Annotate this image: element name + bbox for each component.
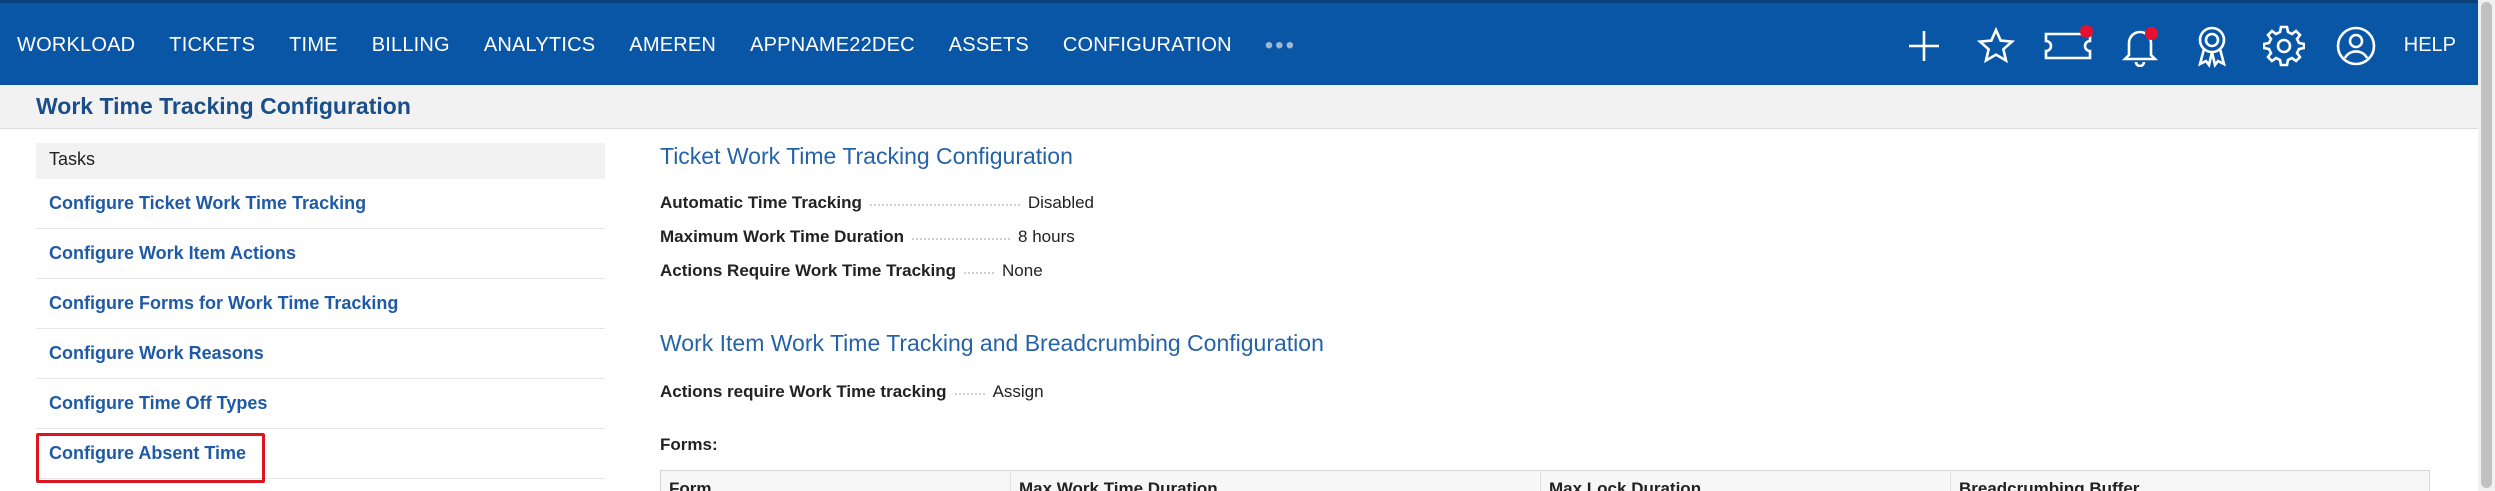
nav-appname22dec[interactable]: APPNAME22DEC (733, 3, 932, 88)
setting-key: Actions Require Work Time Tracking (660, 261, 957, 280)
dotted-leader (912, 238, 1011, 240)
main-nav: WORKLOAD TICKETS TIME BILLING ANALYTICS … (0, 3, 1312, 88)
nav-time[interactable]: TIME (272, 3, 355, 88)
task-configure-absent-time-label: Configure Absent Time (49, 443, 247, 463)
column-header-breadcrumbing-buffer[interactable]: Breadcrumbing Buffer (1951, 471, 2429, 491)
nav-workload[interactable]: WORKLOAD (0, 3, 152, 88)
award-icon[interactable] (2176, 3, 2248, 88)
add-icon[interactable] (1888, 3, 1960, 88)
more-menu-icon[interactable]: ••• (1249, 3, 1312, 88)
task-configure-work-reasons[interactable]: Configure Work Reasons (36, 329, 605, 379)
task-configure-time-off-types[interactable]: Configure Time Off Types (36, 379, 605, 429)
main-content: Ticket Work Time Tracking Configuration … (660, 143, 2460, 455)
nav-ameren[interactable]: AMEREN (612, 3, 733, 88)
nav-tickets[interactable]: TICKETS (152, 3, 272, 88)
ticket-settings-list: Automatic Time Tracking Disabled Maximum… (660, 186, 2460, 288)
help-link[interactable]: HELP (2392, 3, 2478, 88)
workitem-section-title: Work Item Work Time Tracking and Breadcr… (660, 330, 1324, 356)
setting-row: Maximum Work Time Duration 8 hours (660, 220, 2460, 254)
setting-value: Disabled (1027, 193, 1095, 212)
column-header-form[interactable]: Form (661, 471, 1011, 491)
tasks-heading: Tasks (36, 143, 605, 179)
setting-value: None (1002, 261, 1043, 280)
column-header-max-work-time[interactable]: Max Work Time Duration (1011, 471, 1541, 491)
tasks-sidebar: Tasks Configure Ticket Work Time Trackin… (36, 143, 605, 483)
setting-row: Actions Require Work Time Tracking None (660, 254, 2460, 288)
bell-notification-dot (2144, 27, 2158, 40)
nav-billing[interactable]: BILLING (355, 3, 467, 88)
page-header: Work Time Tracking Configuration (0, 85, 2478, 129)
scrollbar-thumb[interactable] (2481, 2, 2492, 488)
forms-label: Forms: (660, 435, 718, 454)
column-header-max-lock[interactable]: Max Lock Duration (1541, 471, 1951, 491)
setting-key: Actions require Work Time tracking (660, 382, 947, 401)
dotted-leader (869, 204, 1020, 206)
workitem-settings-list: Actions require Work Time tracking Assig… (660, 375, 2460, 409)
page-title: Work Time Tracking Configuration (36, 93, 411, 119)
setting-key: Automatic Time Tracking (660, 193, 862, 212)
setting-key: Maximum Work Time Duration (660, 227, 905, 246)
user-icon[interactable] (2320, 3, 2392, 88)
bell-icon[interactable] (2104, 3, 2176, 88)
dotted-leader (964, 272, 995, 274)
nav-configuration[interactable]: CONFIGURATION (1046, 3, 1249, 88)
forms-table-header: Form Max Work Time Duration Max Lock Dur… (660, 470, 2430, 491)
task-configure-forms[interactable]: Configure Forms for Work Time Tracking (36, 279, 605, 329)
toolbar-icons: HELP (1888, 3, 2478, 88)
ticket-icon[interactable] (2032, 3, 2104, 88)
task-configure-absent-time[interactable]: Configure Absent Time (36, 429, 605, 483)
setting-value: Assign (992, 382, 1044, 401)
task-configure-work-item-actions[interactable]: Configure Work Item Actions (36, 229, 605, 279)
ticket-section-title: Ticket Work Time Tracking Configuration (660, 143, 1073, 169)
nav-assets[interactable]: ASSETS (932, 3, 1046, 88)
star-icon[interactable] (1960, 3, 2032, 88)
setting-row: Actions require Work Time tracking Assig… (660, 375, 2460, 409)
top-navigation-bar: WORKLOAD TICKETS TIME BILLING ANALYTICS … (0, 0, 2478, 85)
task-configure-ticket-work-time-tracking[interactable]: Configure Ticket Work Time Tracking (36, 179, 605, 229)
setting-value: 8 hours (1018, 227, 1075, 246)
setting-row: Automatic Time Tracking Disabled (660, 186, 2460, 220)
gear-icon[interactable] (2248, 3, 2320, 88)
dotted-leader (954, 393, 985, 395)
ticket-notification-dot (2079, 25, 2093, 38)
vertical-scrollbar[interactable] (2478, 0, 2495, 491)
nav-analytics[interactable]: ANALYTICS (467, 3, 612, 88)
